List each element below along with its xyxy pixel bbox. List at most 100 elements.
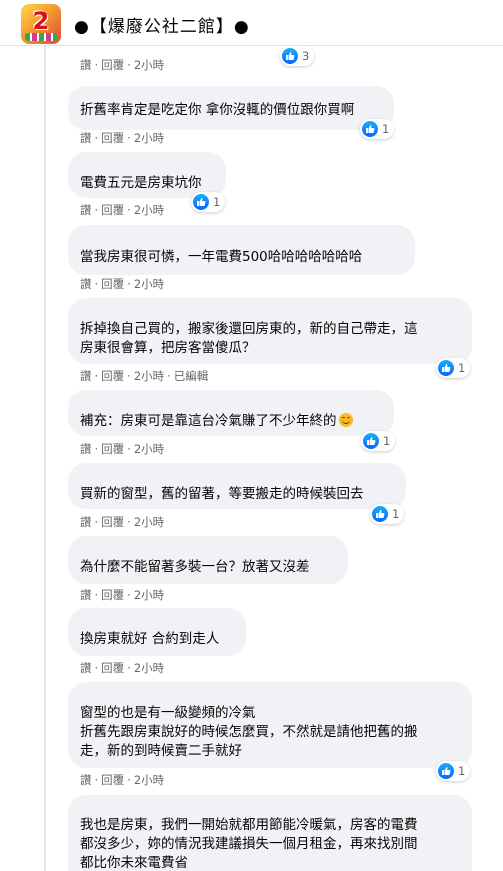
comment-actions: 讚 · 回覆 · 2小時: [80, 773, 165, 787]
comment-text: 拆掉換自己買的，搬家後還回房東的，新的自己帶走，這 房東很會算，把房客當傻瓜？: [80, 321, 418, 356]
comment: 折舊率肯定是吃定你 拿你沒輒的價位跟你買啊: [68, 86, 394, 130]
comment-actions: 讚 · 回覆 · 2小時: [80, 58, 165, 72]
reply-action[interactable]: 回覆: [101, 661, 124, 675]
commenter-name[interactable]: [80, 233, 150, 243]
like-action[interactable]: 讚: [80, 203, 92, 217]
reply-action[interactable]: 回覆: [101, 773, 124, 787]
like-action[interactable]: 讚: [80, 369, 92, 383]
like-action[interactable]: 讚: [80, 131, 92, 145]
comment-text: 換房東就好 合約到走人: [80, 631, 220, 647]
like-action[interactable]: 讚: [80, 442, 92, 456]
reaction-count-badge[interactable]: 1: [436, 761, 471, 781]
comment-actions: 讚 · 回覆 · 2小時: [80, 588, 165, 602]
comment: 補充：房東可是靠這台冷氣賺了不少年終的: [68, 390, 394, 436]
reply-action[interactable]: 回覆: [101, 277, 124, 291]
group-avatar-number: 2: [32, 7, 50, 35]
reaction-count: 3: [302, 49, 310, 63]
timestamp[interactable]: 2小時: [134, 773, 164, 787]
commenter-name[interactable]: [80, 803, 150, 813]
reaction-count: 1: [458, 361, 466, 375]
reaction-count: 1: [392, 507, 400, 521]
comment-text: 窗型的也是有一級變頻的冷氣 折舊先跟房東說好的時候怎麼買，不然就是請他把舊的搬 …: [80, 705, 418, 759]
reaction-count-badge[interactable]: 1: [191, 192, 226, 212]
comment: 換房東就好 合約到走人: [68, 608, 246, 656]
comment-actions: 讚 · 回覆 · 2小時: [80, 131, 165, 145]
like-reaction-icon: [282, 48, 298, 64]
reaction-count-badge[interactable]: 1: [370, 504, 405, 524]
reaction-count-badge[interactable]: 3: [280, 46, 315, 66]
reply-action[interactable]: 回覆: [101, 515, 124, 529]
comment: 買新的窗型，舊的留著，等要搬走的時候裝回去: [68, 463, 406, 509]
timestamp[interactable]: 2小時: [134, 515, 164, 529]
timestamp[interactable]: 2小時: [134, 58, 164, 72]
like-reaction-icon: [438, 360, 454, 376]
like-action[interactable]: 讚: [80, 773, 92, 787]
timestamp[interactable]: 2小時: [134, 203, 164, 217]
group-header: 2 ●【爆廢公社二館】●: [0, 0, 503, 46]
like-action[interactable]: 讚: [80, 515, 92, 529]
timestamp[interactable]: 2小時: [134, 369, 164, 383]
reply-action[interactable]: 回覆: [101, 203, 124, 217]
commenter-name[interactable]: [80, 616, 150, 626]
reply-action[interactable]: 回覆: [101, 58, 124, 72]
commenter-name[interactable]: [80, 398, 150, 408]
commenter-name[interactable]: [80, 544, 150, 554]
comment-bubble: 我也是房東，我們一開始就都用節能冷暖氣，房客的電費 都沒多少，妳的情況我建議損失…: [68, 795, 472, 871]
reaction-count-badge[interactable]: 1: [361, 431, 396, 451]
timestamp[interactable]: 2小時: [134, 661, 164, 675]
comment-actions: 讚 · 回覆 · 2小時: [80, 661, 165, 675]
comment-text: 補充：房東可是靠這台冷氣賺了不少年終的: [80, 413, 337, 429]
comment-actions: 讚 · 回覆 · 2小時: [80, 277, 165, 291]
comment-bubble: 折舊率肯定是吃定你 拿你沒輒的價位跟你買啊: [68, 86, 394, 130]
comment-bubble: 窗型的也是有一級變頻的冷氣 折舊先跟房東說好的時候怎麼買，不然就是請他把舊的搬 …: [68, 682, 472, 768]
reply-action[interactable]: 回覆: [101, 131, 124, 145]
comment: 窗型的也是有一級變頻的冷氣 折舊先跟房東說好的時候怎麼買，不然就是請他把舊的搬 …: [68, 682, 472, 768]
comment-actions: 讚 · 回覆 · 2小時 · 已編輯: [80, 369, 209, 383]
comment-text: 我也是房東，我們一開始就都用節能冷暖氣，房客的電費 都沒多少，妳的情況我建議損失…: [80, 817, 418, 871]
comment-bubble: 當我房東很可憐，一年電費500哈哈哈哈哈哈哈: [68, 225, 415, 275]
comment-text: 買新的窗型，舊的留著，等要搬走的時候裝回去: [80, 486, 364, 502]
comment: 拆掉換自己買的，搬家後還回房東的，新的自己帶走，這 房東很會算，把房客當傻瓜？: [68, 298, 472, 364]
reaction-count: 1: [213, 195, 221, 209]
group-title[interactable]: ●【爆廢公社二館】●: [74, 12, 250, 37]
comment-bubble: 換房東就好 合約到走人: [68, 608, 246, 656]
reaction-count: 1: [383, 434, 391, 448]
edited-label[interactable]: 已編輯: [174, 369, 209, 383]
like-action[interactable]: 讚: [80, 661, 92, 675]
reply-action[interactable]: 回覆: [101, 442, 124, 456]
like-reaction-icon: [193, 194, 209, 210]
comment-bubble: 為什麼不能留著多裝一台？放著又沒差: [68, 536, 348, 584]
like-reaction-icon: [362, 121, 378, 137]
like-reaction-icon: [372, 506, 388, 522]
like-action[interactable]: 讚: [80, 277, 92, 291]
timestamp[interactable]: 2小時: [134, 277, 164, 291]
comment-actions: 讚 · 回覆 · 2小時: [80, 515, 165, 529]
comment-bubble: 補充：房東可是靠這台冷氣賺了不少年終的: [68, 390, 394, 436]
comment-text: 為什麼不能留著多裝一台？放著又沒差: [80, 559, 310, 575]
reaction-count-badge[interactable]: 1: [436, 358, 471, 378]
like-reaction-icon: [438, 763, 454, 779]
commenter-name[interactable]: [80, 471, 150, 481]
comment: 為什麼不能留著多裝一台？放著又沒差: [68, 536, 348, 584]
comment-text: 電費五元是房東坑你: [80, 175, 202, 191]
like-action[interactable]: 讚: [80, 58, 92, 72]
commenter-name[interactable]: [80, 160, 150, 170]
timestamp[interactable]: 2小時: [134, 588, 164, 602]
commenter-name[interactable]: [80, 690, 150, 700]
comment-text: 折舊率肯定是吃定你 拿你沒輒的價位跟你買啊: [80, 102, 355, 118]
comment: 我也是房東，我們一開始就都用節能冷暖氣，房客的電費 都沒多少，妳的情況我建議損失…: [68, 795, 472, 871]
timestamp[interactable]: 2小時: [134, 442, 164, 456]
reaction-count: 1: [382, 122, 390, 136]
commenter-name[interactable]: [80, 306, 150, 316]
comment-bubble: 買新的窗型，舊的留著，等要搬走的時候裝回去: [68, 463, 406, 509]
like-action[interactable]: 讚: [80, 588, 92, 602]
avatar-decoration: [25, 33, 57, 41]
like-reaction-icon: [363, 433, 379, 449]
timestamp[interactable]: 2小時: [134, 131, 164, 145]
reply-action[interactable]: 回覆: [101, 369, 124, 383]
comment-actions: 讚 · 回覆 · 2小時: [80, 203, 165, 217]
reply-action[interactable]: 回覆: [101, 588, 124, 602]
reaction-count-badge[interactable]: 1: [360, 119, 395, 139]
comment-actions: 讚 · 回覆 · 2小時: [80, 442, 165, 456]
group-avatar[interactable]: 2: [21, 4, 61, 44]
